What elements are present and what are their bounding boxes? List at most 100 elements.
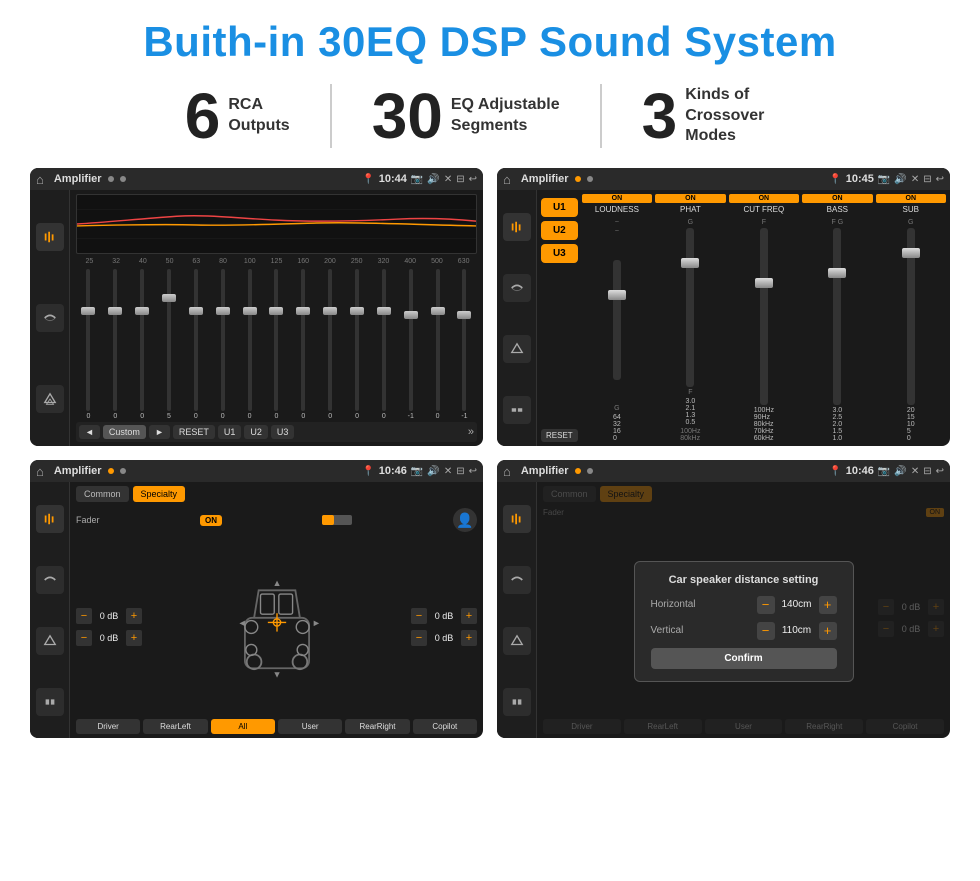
eq-slider-8[interactable]: 0 [291,269,316,420]
horizontal-plus-btn[interactable]: + [819,596,837,614]
eq-time: 10:44 [379,173,407,185]
eq-sidebar-btn-1[interactable] [36,223,64,251]
fader-sidebar-btn-3[interactable] [36,627,64,655]
eq-expand-icon[interactable]: » [468,426,474,438]
right-vol-1-minus[interactable]: − [411,608,427,624]
eq-slider-6[interactable]: 0 [237,269,262,420]
fader-rearleft-btn[interactable]: RearLeft [143,719,207,734]
eq-slider-13[interactable]: 0 [425,269,450,420]
crossover-reset-btn[interactable]: RESET [541,429,578,442]
back-icon-2[interactable]: ↩ [936,174,944,185]
eq-u2-btn[interactable]: U2 [244,425,268,439]
eq-slider-9[interactable]: 0 [318,269,343,420]
sub-slider[interactable] [907,228,915,405]
fader-sidebar-btn-1[interactable] [36,505,64,533]
freq-630: 630 [450,258,477,265]
ch-cutfreq-f: F [762,219,766,226]
horizontal-field-row: Horizontal − 140cm + [651,596,837,614]
left-vol-row-1: − 0 dB + [76,608,142,624]
dialog-title: Car speaker distance setting [651,574,837,586]
dialog-status-dot-1 [575,468,581,474]
eq-next-btn[interactable]: ► [149,425,170,439]
fader-sidebar-btn-2[interactable] [36,566,64,594]
fader-tab-common[interactable]: Common [76,486,129,502]
dialog-sidebar-btn-1[interactable] [503,505,531,533]
home-icon[interactable]: ⌂ [36,172,44,187]
dialog-home-icon[interactable]: ⌂ [503,464,511,479]
eq-u3-btn[interactable]: U3 [271,425,295,439]
eq-slider-7[interactable]: 0 [264,269,289,420]
ch-sub-on[interactable]: ON [876,194,946,203]
loudness-slider[interactable] [613,260,621,380]
eq-reset-btn[interactable]: RESET [173,425,215,439]
eq-slider-11[interactable]: 0 [371,269,396,420]
fader-home-icon[interactable]: ⌂ [36,464,44,479]
bass-slider[interactable] [833,228,841,405]
ch-cutfreq-on[interactable]: ON [729,194,799,203]
crossover-sidebar-btn-3[interactable] [503,335,531,363]
cutfreq-slider[interactable] [760,228,768,405]
ch-phat-on[interactable]: ON [655,194,725,203]
back-icon-3[interactable]: ↩ [469,466,477,477]
eq-slider-0[interactable]: 0 [76,269,101,420]
crossover-u1-btn[interactable]: U1 [541,198,578,217]
fader-copilot-btn[interactable]: Copilot [413,719,477,734]
fader-profile-icon[interactable]: 👤 [453,508,477,532]
eq-slider-14[interactable]: -1 [452,269,477,420]
back-icon[interactable]: ↩ [469,174,477,185]
stat-rca-label: RCAOutputs [228,95,289,137]
eq-slider-3[interactable]: 5 [157,269,182,420]
fader-user-btn[interactable]: User [278,719,342,734]
vertical-plus-btn[interactable]: + [819,622,837,640]
dialog-sidebar-btn-2[interactable] [503,566,531,594]
crossover-home-icon[interactable]: ⌂ [503,172,511,187]
right-vol-row-2: − 0 dB + [411,630,477,646]
vertical-minus-btn[interactable]: − [757,622,775,640]
phat-slider[interactable] [686,228,694,387]
eq-prev-btn[interactable]: ◄ [79,425,100,439]
eq-sidebar-btn-3[interactable] [36,385,64,413]
location-icon-4: 📍 [829,466,841,477]
crossover-sidebar-btn-2[interactable] [503,274,531,302]
crossover-screen-content: U1 U2 U3 RESET ON LOUDNESS [497,190,950,446]
right-vol-2-plus[interactable]: + [461,630,477,646]
eq-custom-btn[interactable]: Custom [103,425,146,439]
fader-all-btn[interactable]: All [211,719,275,734]
left-vol-2-plus[interactable]: + [126,630,142,646]
ch-bass-on[interactable]: ON [802,194,872,203]
right-vol-1-plus[interactable]: + [461,608,477,624]
eq-slider-4[interactable]: 0 [183,269,208,420]
back-icon-4[interactable]: ↩ [936,466,944,477]
eq-slider-10[interactable]: 0 [345,269,370,420]
speaker-distance-dialog: Car speaker distance setting Horizontal … [537,504,950,738]
eq-u1-btn[interactable]: U1 [218,425,242,439]
left-vol-1-minus[interactable]: − [76,608,92,624]
eq-sidebar-btn-2[interactable] [36,304,64,332]
crossover-sidebar-btn-4[interactable] [503,396,531,424]
confirm-button[interactable]: Confirm [651,648,837,669]
left-volume-group: − 0 dB + − 0 dB + [76,608,142,646]
volume-icon-2: 🔊 [894,174,906,185]
dialog-sidebar-btn-4[interactable] [503,688,531,716]
left-vol-2-minus[interactable]: − [76,630,92,646]
eq-slider-1[interactable]: 0 [103,269,128,420]
crossover-u3-btn[interactable]: U3 [541,244,578,263]
crossover-u2-btn[interactable]: U2 [541,221,578,240]
eq-slider-2[interactable]: 0 [130,269,155,420]
ch-phat-f: F [688,389,692,396]
right-vol-2-minus[interactable]: − [411,630,427,646]
stat-crossover: 3 Kinds ofCrossover Modes [602,84,836,148]
left-vol-1-plus[interactable]: + [126,608,142,624]
horizontal-minus-btn[interactable]: − [757,596,775,614]
fader-tab-specialty[interactable]: Specialty [133,486,186,502]
fader-sidebar-btn-4[interactable] [36,688,64,716]
dialog-sidebar-btn-3[interactable] [503,627,531,655]
crossover-sidebar-btn-1[interactable] [503,213,531,241]
eq-slider-12[interactable]: -1 [398,269,423,420]
ch-loudness-on[interactable]: ON [582,194,652,203]
fader-rearright-btn[interactable]: RearRight [345,719,409,734]
eq-slider-5[interactable]: 0 [210,269,235,420]
dialog-status-icons: 📍 10:46 📷 🔊 ✕ ⊟ ↩ [829,465,944,477]
fader-on-toggle[interactable]: ON [200,515,222,526]
fader-driver-btn[interactable]: Driver [76,719,140,734]
